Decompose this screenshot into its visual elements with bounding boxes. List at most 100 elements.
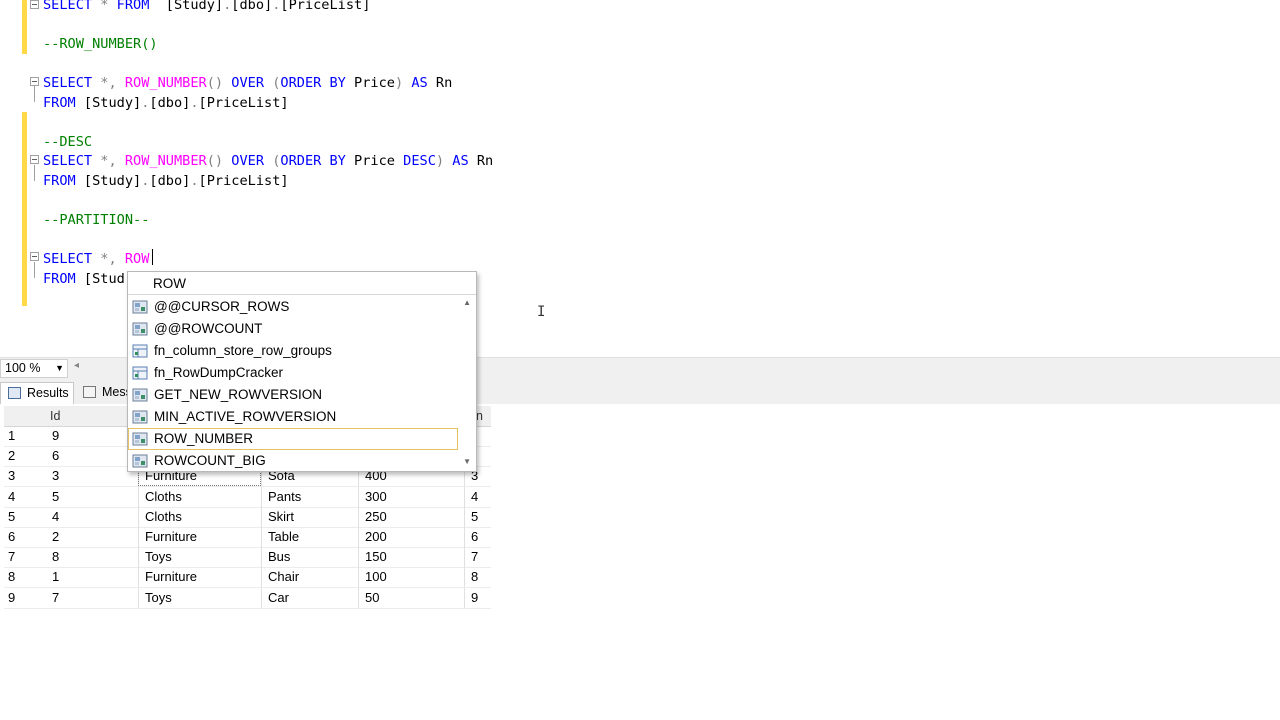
intellisense-item-label: fn_RowDumpCracker [154,365,284,380]
intellisense-item[interactable]: MIN_ACTIVE_ROWVERSION [128,406,458,428]
code-line[interactable]: --PARTITION-- [43,210,149,230]
intellisense-item[interactable]: @@CURSOR_ROWS [128,296,458,318]
table-cell[interactable]: 9 [46,426,138,446]
scroll-up-icon[interactable]: ▲ [463,298,471,307]
column-header-id[interactable]: Id [50,406,60,426]
code-token: [dbo] [149,94,191,111]
code-token: SELECT [43,251,93,268]
table-cell[interactable]: Pants [261,486,358,507]
code-line[interactable]: SELECT *, ROW [43,249,149,269]
table-cell[interactable]: 5 [464,506,487,527]
table-cell[interactable]: 2 [46,527,138,547]
intellisense-item[interactable]: @@ROWCOUNT [128,318,458,340]
change-marker [22,112,27,306]
table-cell[interactable]: 6 [46,446,138,466]
collapse-toggle[interactable] [30,252,39,261]
intellisense-item[interactable]: ROWCOUNT_BIG [128,450,458,472]
collapse-toggle[interactable] [30,0,39,9]
table-cell[interactable]: 1 [46,567,138,587]
row-number: 2 [8,448,16,464]
row-number: 7 [8,549,16,565]
zoom-select[interactable]: 100 % ▼ [0,359,68,378]
table-row[interactable]: 4 5 Cloths Pants 300 4 [4,486,491,508]
table-cell[interactable]: 4 [46,507,138,527]
table-cell[interactable]: 9 [464,587,487,608]
code-token: SELECT [43,75,93,92]
code-token: FROM [43,270,76,287]
table-cell[interactable]: Toys [138,547,261,568]
tab-results[interactable]: Results [0,382,74,404]
intellisense-scrollbar[interactable] [458,295,476,471]
intellisense-item-label: ROW_NUMBER [154,431,254,446]
row-number: 5 [8,508,16,524]
code-line[interactable]: --ROW_NUMBER() [43,34,158,54]
code-line[interactable]: FROM [Study].[dbo].[PriceList] [43,171,289,191]
intellisense-item[interactable]: fn_column_store_row_groups [128,340,458,362]
system-function-icon [132,322,148,336]
table-row[interactable]: 9 7 Toys Car 50 9 [4,587,491,609]
table-cell[interactable]: Toys [138,587,261,608]
code-line[interactable]: SELECT *, ROW_NUMBER() OVER (ORDER BY Pr… [43,73,452,93]
table-cell[interactable]: 3 [46,466,138,486]
table-row[interactable]: 7 8 Toys Bus 150 7 [4,547,491,569]
table-cell[interactable]: 50 [358,587,464,608]
table-cell[interactable]: 250 [358,506,464,527]
table-cell[interactable]: Furniture [138,567,261,588]
column-header-rn[interactable]: n [476,406,483,426]
code-token: Rn [468,153,494,170]
code-token: ORDER BY [280,75,346,92]
table-row[interactable]: 8 1 Furniture Chair 100 8 [4,567,491,589]
intellisense-popup[interactable]: ROW @@CURSOR_ROWS @@ROWCOUNT fn_column_sto… [127,271,477,472]
table-cell[interactable]: 7 [46,588,138,608]
dropdown-arrow-icon[interactable]: ▼ [55,360,64,377]
table-cell[interactable]: Bus [261,547,358,568]
table-cell[interactable]: 300 [358,486,464,507]
table-cell[interactable]: 200 [358,527,464,547]
table-cell[interactable]: 8 [464,567,487,588]
table-cell[interactable]: Table [261,527,358,547]
tab-results-label: Results [27,386,69,400]
intellisense-typed-text: ROW [128,272,476,295]
collapse-toggle[interactable] [30,77,39,86]
table-cell[interactable]: Car [261,587,358,608]
table-cell[interactable]: 6 [464,527,487,547]
intellisense-item-label: @@ROWCOUNT [154,321,263,336]
table-cell[interactable]: 7 [464,547,487,568]
scroll-left-icon[interactable]: ◂ [74,360,79,371]
code-line[interactable]: FROM [Study].[dbo].[PriceList] [43,93,289,113]
code-token: [PriceList] [280,0,371,13]
scroll-down-icon[interactable]: ▼ [463,457,471,466]
intellisense-item-label: GET_NEW_ROWVERSION [154,387,323,402]
code-line[interactable]: SELECT * FROM [Study].[dbo].[PriceList] [43,0,370,15]
row-number: 1 [8,428,16,443]
system-function-icon [132,432,148,446]
table-cell[interactable]: Furniture [138,527,261,547]
table-cell[interactable]: Chair [261,567,358,588]
code-token: [dbo] [149,172,191,189]
code-line[interactable]: FROM [Stud [43,269,125,289]
table-row[interactable]: 6 2 Furniture Table 200 6 [4,527,491,548]
code-token: [Stud [75,270,125,287]
table-cell[interactable]: 8 [46,547,138,567]
intellisense-item[interactable]: fn_RowDumpCracker [128,362,458,384]
collapse-toggle[interactable] [30,155,39,164]
table-cell[interactable]: Skirt [261,506,358,527]
table-cell[interactable]: Cloths [138,486,261,507]
intellisense-item[interactable]: ROW_NUMBER [128,428,458,450]
table-cell[interactable]: 5 [46,487,138,507]
code-token: [PriceList] [198,94,289,111]
fold-line [34,262,35,278]
code-line[interactable]: --DESC [43,132,92,152]
code-token: ROW_NUMBER [124,75,207,92]
table-cell[interactable]: 150 [358,547,464,568]
system-function-icon [132,388,148,402]
table-cell[interactable]: 100 [358,567,464,588]
table-row[interactable]: 5 4 Cloths Skirt 250 5 [4,506,491,528]
table-cell[interactable]: 4 [464,486,487,507]
code-token: SELECT [43,0,93,13]
intellisense-item[interactable]: GET_NEW_ROWVERSION [128,384,458,406]
code-token: ( [264,75,281,92]
table-function-icon [132,366,148,380]
code-line[interactable]: SELECT *, ROW_NUMBER() OVER (ORDER BY Pr… [43,151,493,171]
table-cell[interactable]: Cloths [138,506,261,527]
